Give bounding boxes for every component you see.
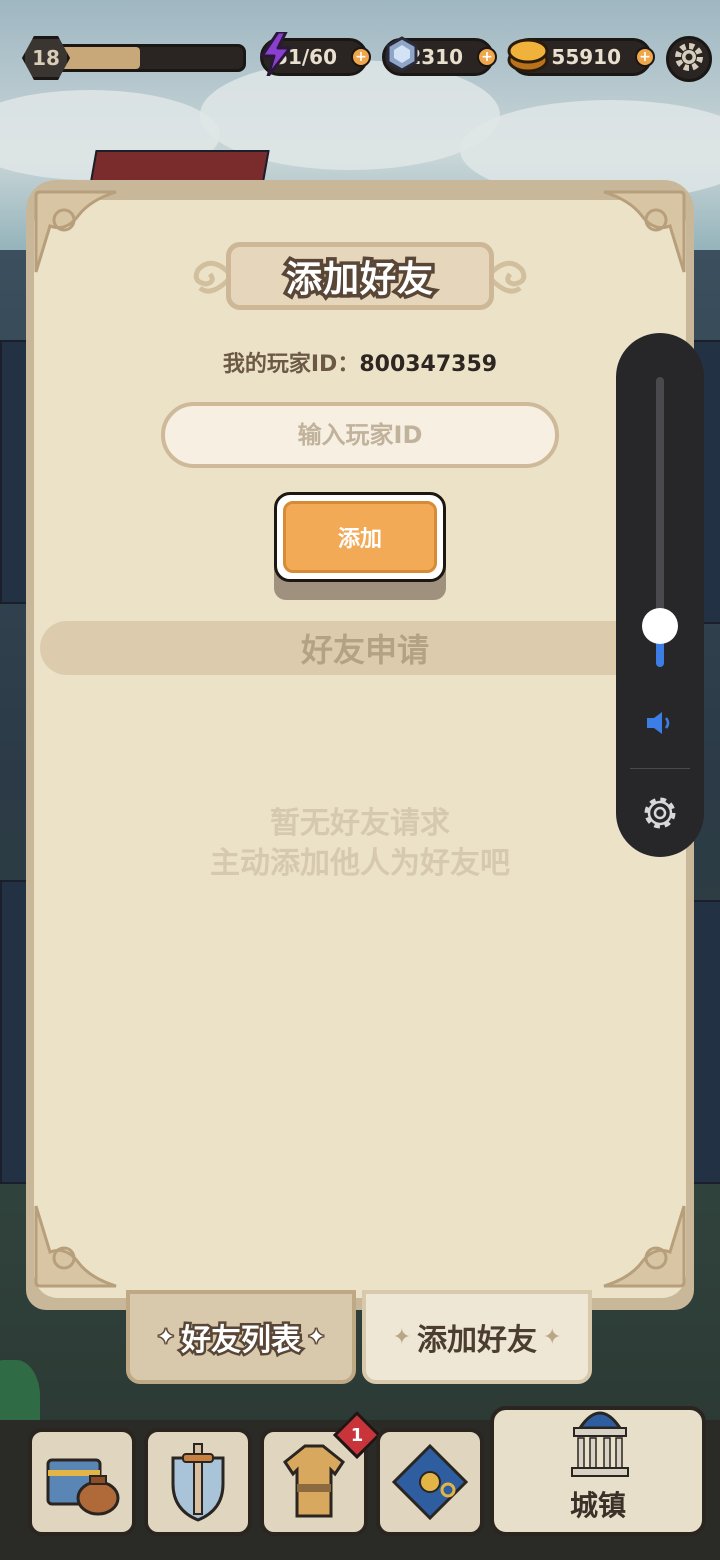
empty-message-line2: 主动添加他人为好友吧 — [210, 846, 510, 881]
tab-add-friend-label: 添加好友 — [417, 1323, 537, 1358]
empty-requests-message: 暂无好友请求 主动添加他人为好友吧 — [0, 804, 720, 884]
armor-icon — [282, 1444, 346, 1518]
player-id-label: 我的玩家ID： — [222, 352, 360, 377]
gem-counter[interactable]: 2310 + — [382, 36, 497, 76]
top-hud: 18 51/60 + 2310 + 55910 + — [0, 28, 720, 88]
add-button-label: 添加 — [283, 501, 437, 573]
speaker-icon[interactable] — [640, 703, 680, 743]
level-indicator[interactable]: 18 — [22, 36, 246, 80]
ornament-corner-icon — [34, 1205, 117, 1288]
tab-friend-list-label: 好友列表 — [179, 1321, 304, 1361]
player-id-value: 800347359 — [359, 352, 498, 377]
coin-icon — [507, 33, 549, 75]
notification-count: 1 — [350, 1424, 364, 1446]
volume-panel — [616, 333, 704, 857]
nav-inventory-button[interactable] — [28, 1428, 136, 1536]
settings-gear-icon[interactable] — [640, 793, 680, 833]
add-coins-button[interactable]: + — [635, 47, 655, 67]
energy-bolt-icon — [255, 32, 297, 76]
coin-value: 55910 — [551, 45, 621, 69]
empty-message-line1: 暂无好友请求 — [270, 806, 450, 841]
nav-town-label: 城镇 — [569, 1489, 626, 1522]
add-friend-button[interactable]: 添加 — [274, 492, 446, 582]
arrow-ornament-icon: ✦ — [392, 1324, 411, 1350]
nav-equipment-button[interactable] — [144, 1428, 252, 1536]
level-badge: 18 — [22, 36, 70, 80]
inventory-chest-icon — [46, 1458, 120, 1516]
settings-button[interactable] — [666, 36, 712, 82]
arrow-ornament-icon: ✦ — [305, 1323, 327, 1351]
dialog-title-banner: 添加好友 — [192, 238, 528, 314]
tab-add-friend[interactable]: ✦ 添加好友 ✦ — [362, 1290, 592, 1384]
coin-counter[interactable]: 55910 + — [507, 38, 655, 76]
volume-slider-knob[interactable] — [642, 608, 678, 645]
map-compass-icon — [391, 1443, 469, 1521]
sword-shield-icon — [171, 1443, 225, 1522]
ornament-corner-icon — [34, 190, 117, 273]
gem-icon — [381, 33, 423, 75]
ornament-corner-icon — [603, 190, 686, 273]
gear-icon — [673, 41, 705, 77]
add-energy-button[interactable]: + — [351, 47, 371, 67]
friend-requests-header: 好友申请 — [40, 621, 690, 675]
player-id-row: 我的玩家ID：800347359 — [0, 346, 720, 378]
volume-divider — [630, 768, 690, 769]
nav-town-button[interactable]: 城镇 — [490, 1406, 706, 1536]
nav-map-button[interactable] — [376, 1428, 484, 1536]
dialog-title: 添加好友 — [282, 256, 436, 304]
add-gems-button[interactable]: + — [477, 47, 497, 67]
ornament-corner-icon — [603, 1205, 686, 1288]
roof — [690, 900, 720, 1184]
tab-friend-list[interactable]: ✦ 好友列表 ✦ — [126, 1290, 356, 1384]
energy-counter[interactable]: 51/60 + — [260, 32, 371, 76]
arrow-ornament-icon: ✦ — [155, 1323, 177, 1351]
xp-bar — [52, 44, 246, 72]
player-id-input[interactable] — [161, 402, 559, 468]
bottom-navigation: 1 城镇 — [0, 1406, 720, 1560]
town-hall-icon — [571, 1411, 629, 1477]
arrow-ornament-icon: ✦ — [543, 1324, 562, 1350]
